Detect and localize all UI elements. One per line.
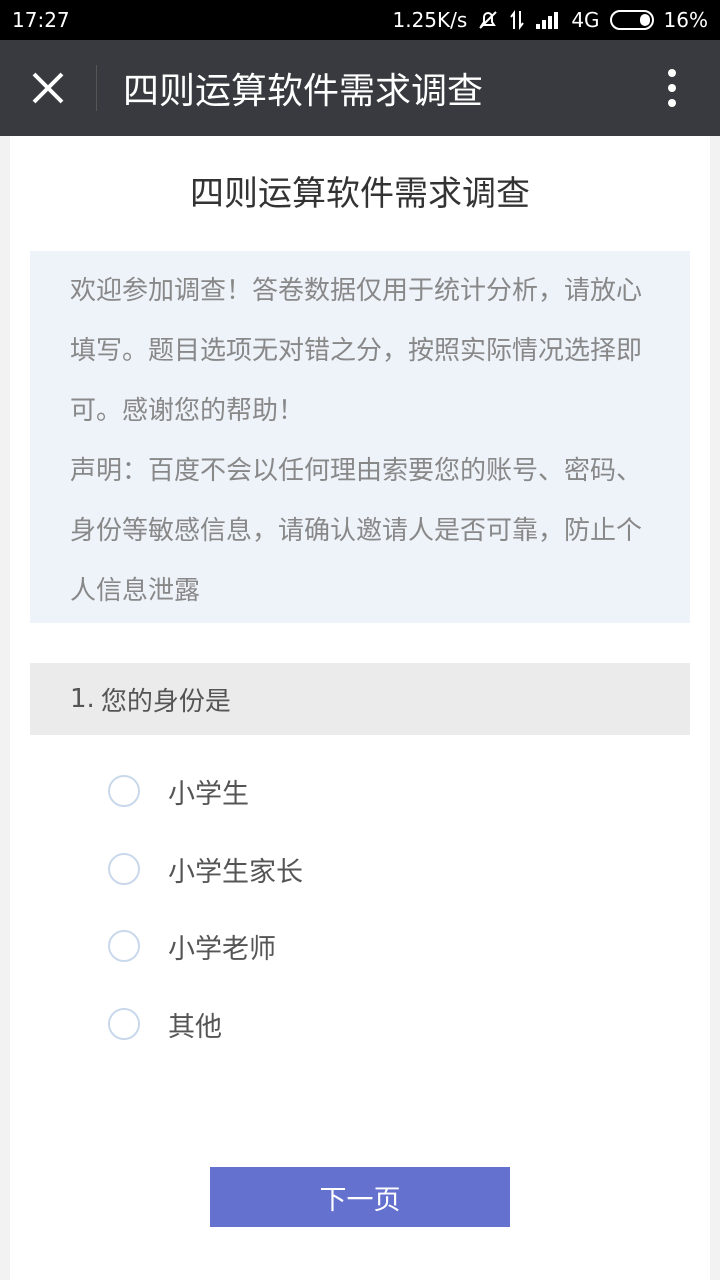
- question-number: 1.: [70, 684, 95, 714]
- option-student[interactable]: 小学生: [108, 761, 608, 821]
- data-transfer-icon: [509, 9, 525, 31]
- battery-percent: 16%: [663, 8, 708, 32]
- network-type: 4G: [571, 8, 600, 32]
- status-bar: 17:27 1.25K/s 4G 16%: [0, 0, 720, 40]
- radio-button[interactable]: [108, 775, 140, 807]
- close-icon: [32, 72, 64, 104]
- more-button[interactable]: [624, 40, 720, 136]
- survey-intro: 欢迎参加调查！答卷数据仅用于统计分析，请放心填写。题目选项无对错之分，按照实际情…: [30, 251, 690, 623]
- intro-statement: 声明：百度不会以任何理由索要您的账号、密码、身份等敏感信息，请确认邀请人是否可靠…: [70, 456, 643, 606]
- mute-icon: [477, 9, 499, 31]
- option-teacher[interactable]: 小学老师: [108, 916, 608, 976]
- network-speed: 1.25K/s: [392, 8, 468, 32]
- next-page-button[interactable]: 下一页: [210, 1167, 510, 1227]
- radio-button[interactable]: [108, 1008, 140, 1040]
- option-label: 小学生: [168, 778, 249, 810]
- radio-button[interactable]: [108, 930, 140, 962]
- option-label: 小学老师: [168, 933, 276, 965]
- option-label: 其他: [168, 1011, 222, 1043]
- title-bar: 四则运算软件需求调查: [0, 40, 720, 136]
- radio-button[interactable]: [108, 853, 140, 885]
- page-title: 四则运算软件需求调查: [123, 71, 484, 112]
- question-header: 1. 您的身份是: [30, 663, 690, 735]
- intro-welcome: 欢迎参加调查！答卷数据仅用于统计分析，请放心填写。题目选项无对错之分，按照实际情…: [70, 276, 643, 426]
- option-other[interactable]: 其他: [108, 994, 608, 1054]
- status-right: 1.25K/s 4G 16%: [393, 8, 709, 32]
- survey-title: 四则运算软件需求调查: [190, 174, 530, 214]
- signal-icon: [535, 10, 561, 30]
- option-parent[interactable]: 小学生家长: [108, 839, 608, 899]
- option-label: 小学生家长: [168, 856, 303, 888]
- question-text: 您的身份是: [100, 686, 231, 717]
- survey-page: 四则运算软件需求调查 欢迎参加调查！答卷数据仅用于统计分析，请放心填写。题目选项…: [10, 136, 710, 1280]
- close-button[interactable]: [0, 40, 96, 136]
- battery-icon: [609, 10, 654, 30]
- more-vertical-icon: [668, 69, 676, 107]
- status-time: 17:27: [12, 8, 70, 32]
